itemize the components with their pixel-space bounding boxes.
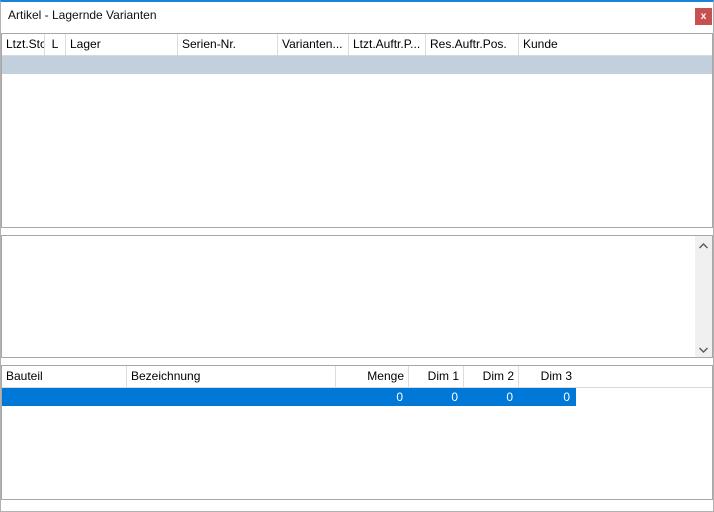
dialog-window: Artikel - Lagernde Varianten x Ltzt.Sto …	[0, 0, 714, 512]
column-header-l[interactable]: L	[45, 34, 66, 55]
parts-header-row: Bauteil Bezeichnung Menge Dim 1 Dim 2 Di…	[2, 366, 712, 388]
column-header-menge[interactable]: Menge	[336, 366, 409, 387]
variants-header-row: Ltzt.Sto L Lager Serien-Nr. Varianten...…	[2, 34, 712, 56]
column-header-kunde[interactable]: Kunde	[519, 34, 712, 55]
scroll-up-button[interactable]	[695, 236, 712, 253]
column-header-ltzt-sto[interactable]: Ltzt.Sto	[2, 34, 45, 55]
variants-selected-row[interactable]	[2, 56, 712, 74]
cell-dim-1: 0	[409, 388, 464, 406]
cell-dim-2: 0	[464, 388, 519, 406]
parts-header-filler	[576, 366, 712, 387]
close-icon: x	[701, 11, 707, 22]
cell-menge: 0	[336, 388, 409, 406]
title-bar[interactable]: Artikel - Lagernde Varianten x	[1, 2, 713, 32]
column-header-bauteil[interactable]: Bauteil	[2, 366, 127, 387]
window-title: Artikel - Lagernde Varianten	[8, 8, 157, 22]
scroll-down-button[interactable]	[695, 340, 712, 357]
column-header-bezeichnung[interactable]: Bezeichnung	[127, 366, 336, 387]
chevron-up-icon	[699, 238, 708, 252]
column-header-res-auftr-pos[interactable]: Res.Auftr.Pos.	[426, 34, 519, 55]
column-header-varianten[interactable]: Varianten...	[278, 34, 349, 55]
chevron-down-icon	[699, 342, 708, 356]
parts-list-panel: Bauteil Bezeichnung Menge Dim 1 Dim 2 Di…	[1, 365, 713, 500]
close-button[interactable]: x	[695, 8, 712, 25]
column-header-dim-2[interactable]: Dim 2	[464, 366, 519, 387]
variants-list-panel: Ltzt.Sto L Lager Serien-Nr. Varianten...…	[1, 33, 713, 228]
column-header-ltzt-auftr-p[interactable]: Ltzt.Auftr.P...	[349, 34, 426, 55]
column-header-dim-3[interactable]: Dim 3	[519, 366, 576, 387]
detail-text-content	[2, 236, 695, 357]
vertical-scrollbar[interactable]	[695, 236, 712, 357]
cell-dim-3: 0	[519, 388, 576, 406]
column-header-dim-1[interactable]: Dim 1	[409, 366, 464, 387]
cell-bauteil	[2, 388, 127, 406]
cell-bezeichnung	[127, 388, 336, 406]
column-header-lager[interactable]: Lager	[66, 34, 178, 55]
detail-text-panel	[1, 235, 713, 358]
parts-selected-row[interactable]: 0 0 0 0	[2, 388, 576, 406]
column-header-serien-nr[interactable]: Serien-Nr.	[178, 34, 278, 55]
